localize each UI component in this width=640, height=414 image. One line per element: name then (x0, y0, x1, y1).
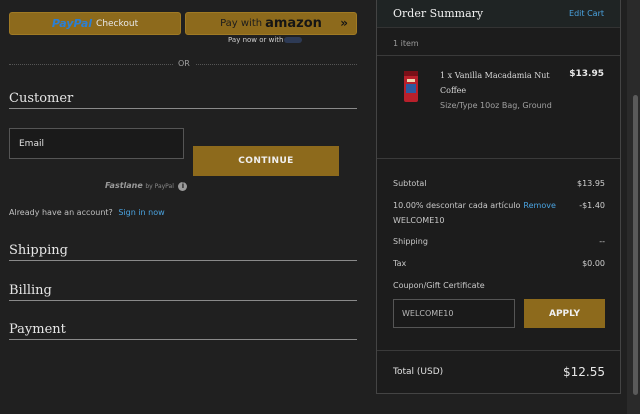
amazon-pay-subtext: Pay now or with (228, 36, 303, 44)
total-label: Total (USD) (393, 367, 444, 377)
checkout-main: PayPal Checkout Pay with amazon » Pay no… (0, 0, 370, 414)
coupon-row: Coupon/Gift Certificate (393, 281, 605, 290)
order-summary-header: Order Summary Edit Cart (377, 0, 620, 28)
total-row: Total (USD) $12.55 (393, 365, 605, 379)
amazon-pay-prefix: Pay with (220, 18, 263, 29)
amazon-pay-button[interactable]: Pay with amazon » (185, 12, 357, 35)
product-name: 1 x Vanilla Macadamia Nut Coffee (440, 71, 550, 95)
tax-value: $0.00 (582, 259, 605, 268)
customer-section-rule (9, 108, 357, 109)
billing-section-rule (9, 300, 357, 301)
fastlane-badge: Fastlane by PayPal i (105, 181, 188, 191)
order-summary-title: Order Summary (393, 7, 484, 20)
discount-row: 10.00% descontar cada artículo Remove -$1… (393, 201, 605, 210)
signin-prompt: Already have an account? Sign in now (9, 208, 165, 217)
continue-button[interactable]: CONTINUE (193, 146, 339, 176)
email-field[interactable]: Email (9, 128, 184, 159)
remove-discount-link[interactable]: Remove (523, 201, 555, 210)
shipping-section-title[interactable]: Shipping (9, 243, 68, 258)
paypal-checkout-label: Checkout (96, 18, 139, 29)
payment-section-title[interactable]: Payment (9, 322, 66, 337)
payment-logo-icon (284, 37, 303, 43)
edit-cart-link[interactable]: Edit Cart (569, 9, 604, 18)
tax-row: Tax $0.00 (393, 259, 605, 268)
signin-link[interactable]: Sign in now (118, 208, 164, 217)
shipping-value: -- (599, 237, 605, 246)
fastlane-label: Fastlane (105, 181, 143, 190)
shipping-label: Shipping (393, 237, 428, 246)
summary-divider (377, 55, 620, 56)
info-icon[interactable]: i (178, 182, 188, 191)
discount-label: 10.00% descontar cada artículo (393, 201, 521, 210)
subtotal-row: Subtotal $13.95 (393, 179, 605, 188)
order-summary-panel: Order Summary Edit Cart 1 item 1 x Vanil… (376, 0, 621, 394)
total-value: $12.55 (563, 365, 605, 379)
amazon-pay-subtext-label: Pay now or with (228, 36, 284, 44)
paypal-checkout-button[interactable]: PayPal Checkout (9, 12, 181, 35)
chevron-right-icon: » (340, 16, 348, 30)
scrollbar-thumb[interactable] (633, 95, 638, 395)
paypal-logo: PayPal (51, 17, 93, 30)
tax-label: Tax (393, 259, 407, 268)
discount-value: -$1.40 (579, 201, 605, 210)
product-thumbnail (404, 71, 418, 102)
billing-section-title[interactable]: Billing (9, 283, 52, 298)
discount-label-group: 10.00% descontar cada artículo Remove (393, 201, 556, 210)
amazon-logo: amazon (265, 16, 322, 31)
coupon-label: Coupon/Gift Certificate (393, 281, 485, 290)
email-field-label: Email (19, 139, 44, 149)
shipping-row: Shipping -- (393, 237, 605, 246)
subtotal-label: Subtotal (393, 179, 427, 188)
item-count: 1 item (393, 39, 419, 48)
or-label: OR (173, 59, 195, 68)
summary-divider (377, 350, 620, 351)
coupon-input[interactable]: WELCOME10 (393, 299, 515, 328)
shipping-section-rule (9, 260, 357, 261)
product-size: Size/Type 10oz Bag, Ground (440, 101, 552, 110)
fastlane-by-label: by PayPal (145, 183, 174, 190)
apply-coupon-button[interactable]: APPLY (524, 299, 605, 328)
discount-code: WELCOME10 (393, 216, 445, 225)
summary-divider (377, 158, 620, 159)
signin-prompt-text: Already have an account? (9, 208, 113, 217)
subtotal-value: $13.95 (577, 179, 605, 188)
payment-section-rule (9, 339, 357, 340)
product-price: $13.95 (569, 69, 604, 79)
customer-section-title: Customer (9, 91, 74, 106)
